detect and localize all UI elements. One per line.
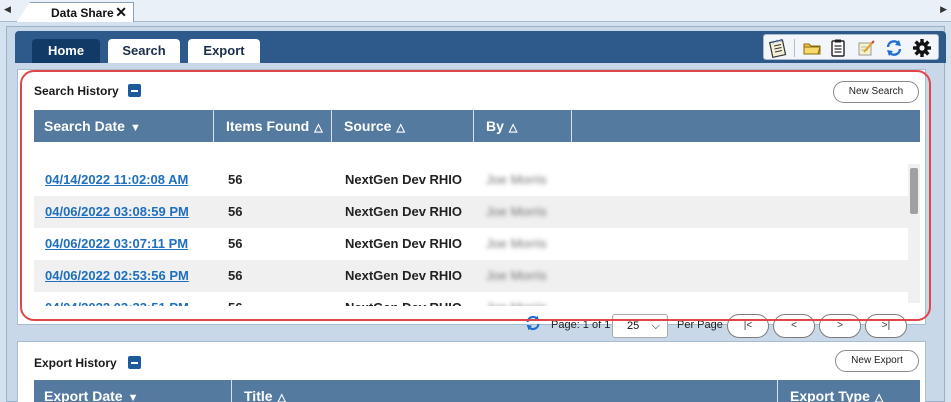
app-frame: Home Search Export Search History New Se… [0, 22, 951, 402]
column-title[interactable]: Title △ [234, 380, 778, 402]
column-label: Search Date [44, 118, 125, 134]
rows-scrollbar[interactable] [908, 164, 920, 303]
refresh-page-icon[interactable] [524, 314, 542, 332]
items-found: 56 [228, 172, 243, 187]
sort-desc-icon: ▼ [127, 392, 139, 402]
toolbar-divider [794, 39, 795, 57]
column-export-date[interactable]: Export Date ▼ [34, 380, 232, 402]
data-share-tab[interactable]: Data Share ✕ [16, 2, 134, 23]
export-history-panel: Export History New Export Export Date ▼ T… [17, 341, 926, 402]
tab-search[interactable]: Search [108, 39, 180, 63]
search-history-rows: 04/14/2022 11:02:08 AM 56 NextGen Dev RH… [34, 164, 920, 306]
tab-home[interactable]: Home [32, 39, 100, 63]
document-tab-strip: ◀ Data Share ✕ ▶ [0, 0, 951, 23]
close-tab-icon[interactable]: ✕ [115, 4, 127, 21]
new-export-button[interactable]: New Export [835, 350, 919, 372]
table-row[interactable]: 04/06/2022 02:53:56 PM 56 NextGen Dev RH… [34, 260, 908, 292]
column-by[interactable]: By △ [476, 110, 572, 142]
source: NextGen Dev RHIO [345, 236, 463, 251]
per-page-label: Per Page [677, 319, 723, 331]
notepad-icon[interactable] [768, 38, 788, 58]
gear-icon[interactable] [912, 38, 932, 58]
prev-page-button[interactable]: < [773, 314, 815, 338]
column-label: Export Type [790, 388, 870, 402]
source: NextGen Dev RHIO [345, 268, 463, 283]
app-content: Home Search Export Search History New Se… [6, 26, 946, 402]
column-label: By [486, 118, 504, 134]
sort-asc-icon: △ [508, 122, 518, 134]
scroll-left-icon[interactable]: ◀ [4, 4, 11, 15]
last-page-button[interactable]: >| [865, 314, 907, 338]
search-history-header: Search Date ▼ Items Found △ Source △ By △ [34, 110, 920, 142]
page-indicator: Page: 1 of 1 [551, 319, 611, 331]
items-found: 56 [228, 292, 242, 306]
sort-asc-icon: △ [277, 392, 286, 402]
source: NextGen Dev RHIO [345, 292, 462, 306]
next-page-button[interactable]: > [819, 314, 861, 338]
main-navbar: Home Search Export [15, 31, 946, 63]
column-items-found[interactable]: Items Found △ [216, 110, 332, 142]
search-date-link[interactable]: 04/06/2022 03:08:59 PM [45, 196, 189, 228]
column-export-type[interactable]: Export Type △ [780, 380, 920, 402]
column-search-date[interactable]: Search Date ▼ [34, 110, 214, 142]
search-date-link[interactable]: 04/06/2022 02:53:56 PM [45, 260, 189, 292]
by-user: Joe Morris [486, 236, 547, 251]
by-user: Joe Morris [486, 292, 547, 306]
tab-export[interactable]: Export [188, 39, 260, 63]
column-source[interactable]: Source △ [334, 110, 474, 142]
by-user: Joe Morris [486, 204, 547, 219]
by-user: Joe Morris [486, 268, 547, 283]
refresh-icon[interactable] [884, 38, 904, 58]
page-size-select[interactable]: 25 ⌵ [612, 314, 668, 338]
column-label: Items Found [226, 118, 310, 134]
sort-asc-icon: △ [314, 122, 323, 134]
tab-label: Data Share [51, 6, 114, 20]
collapse-search-history-icon[interactable] [128, 84, 141, 97]
scroll-right-icon[interactable]: ▶ [940, 4, 947, 15]
search-date-link[interactable]: 04/14/2022 11:02:08 AM [45, 164, 188, 196]
export-history-header: Export Date ▼ Title △ Export Type △ [34, 380, 920, 402]
chevron-down-icon: ⌵ [651, 320, 660, 332]
first-page-button[interactable]: |< [727, 314, 769, 338]
source: NextGen Dev RHIO [345, 204, 463, 219]
column-label: Title [244, 388, 273, 402]
items-found: 56 [228, 268, 243, 283]
column-label: Export Date [44, 388, 123, 402]
by-user: Joe Morris [486, 172, 547, 187]
sort-desc-icon: ▼ [129, 122, 141, 134]
table-row[interactable]: 04/04/2022 03:33:51 PM 56 NextGen Dev RH… [34, 292, 908, 306]
export-history-title: Export History [34, 356, 117, 370]
search-history-title: Search History [34, 84, 119, 98]
table-row[interactable]: 04/14/2022 11:02:08 AM 56 NextGen Dev RH… [34, 164, 908, 196]
new-search-button[interactable]: New Search [833, 81, 919, 103]
search-date-link[interactable]: 04/06/2022 03:07:11 PM [45, 228, 188, 260]
collapse-export-history-icon[interactable] [128, 356, 141, 369]
edit-note-icon[interactable] [856, 38, 876, 58]
search-history-panel: Search History New Search Search Date ▼ I… [17, 69, 926, 338]
source: NextGen Dev RHIO [345, 172, 463, 187]
clipboard-icon[interactable] [828, 38, 848, 58]
items-found: 56 [228, 236, 243, 251]
search-date-link[interactable]: 04/04/2022 03:33:51 PM [45, 292, 189, 306]
sort-asc-icon: △ [396, 122, 405, 134]
table-row[interactable]: 04/06/2022 03:07:11 PM 56 NextGen Dev RH… [34, 228, 908, 260]
page-size-value: 25 [627, 320, 640, 332]
sort-asc-icon: △ [874, 392, 884, 402]
folder-icon[interactable] [802, 38, 822, 58]
items-found: 56 [228, 204, 243, 219]
table-row[interactable]: 04/06/2022 03:08:59 PM 56 NextGen Dev RH… [34, 196, 908, 228]
column-label: Source [344, 118, 392, 134]
toolbar [763, 34, 939, 60]
scrollbar-thumb[interactable] [910, 168, 918, 214]
